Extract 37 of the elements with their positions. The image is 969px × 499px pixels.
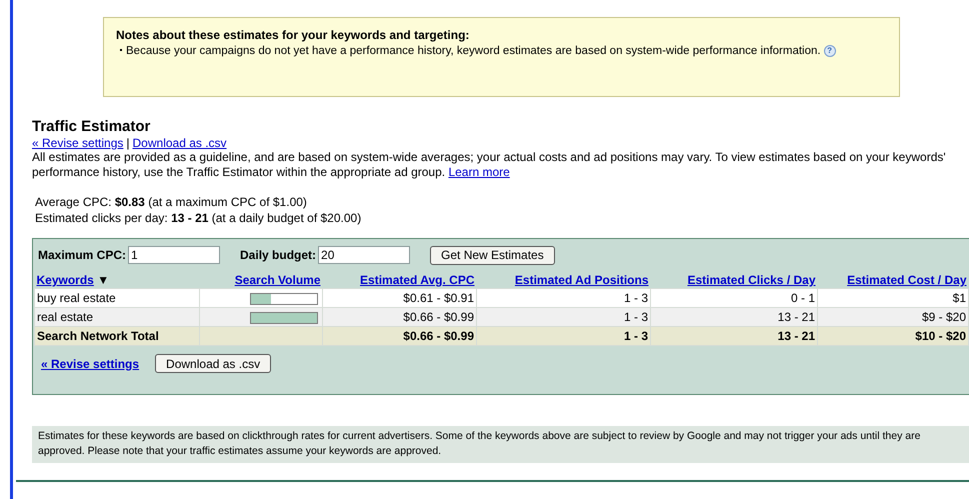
table-cell: $0.66 - $0.99 [322, 326, 476, 346]
sort-indicator: ▼ [97, 273, 110, 287]
help-icon[interactable]: ? [824, 45, 836, 57]
table-cell: $1 [818, 288, 968, 308]
max-cpc-label: Maximum CPC: [38, 248, 126, 262]
summary-line: Average CPC: $0.83 (at a maximum CPC of $1.00) [35, 194, 308, 210]
table-cell: 13 - 21 [650, 326, 818, 346]
note-text: Because your campaigns do not yet have a performance history, keyword estimates are based on system-wide performance information. [126, 45, 821, 58]
table-cell: $0.66 - $0.99 [322, 308, 476, 326]
table-cell: real estate [34, 308, 200, 326]
description-text: All estimates are provided as a guideline, and are based on system-wide averages; your actual costs and ad positions may vary. To view estimates based on your keywords' performance history, use the Traffic Estimator within the appropriate ad group. Learn more [32, 150, 947, 180]
column-header[interactable]: Search Volume [234, 273, 320, 287]
summary-line: Estimated clicks per day: 13 - 21 (at a daily budget of $20.00) [35, 210, 362, 226]
notes-title: Notes about these estimates for your keywords and targeting: [116, 28, 470, 42]
daily-budget-label: Daily budget: [240, 248, 316, 262]
table-cell: 1 - 3 [476, 288, 650, 308]
footnote-text: Estimates for these keywords are based on clickthrough rates for current advertisers. Some of the keywords above are subject to review by Google and may not trigger your ads until they are approved. Please note that your traffic estimates assume your keywords are approved. [32, 426, 969, 463]
table-cell: $9 - $20 [818, 308, 968, 326]
learn-more-link[interactable]: Learn more [448, 165, 510, 179]
table-cell: Search Network Total [34, 326, 200, 346]
column-header[interactable]: Keywords [36, 273, 94, 287]
download-csv-button[interactable]: Download as .csv [155, 354, 272, 373]
revise-settings-link[interactable]: « Revise settings [41, 356, 140, 370]
table-cell: buy real estate [34, 288, 200, 308]
get-estimates-button[interactable]: Get New Estimates [430, 246, 555, 264]
page-title: Traffic Estimator [32, 118, 152, 136]
table-cell: 1 - 3 [476, 308, 650, 326]
revise-settings-link[interactable]: « Revise settings [32, 136, 124, 150]
table-cell: 13 - 21 [650, 308, 818, 326]
table-cell: $10 - $20 [818, 326, 968, 346]
table-cell: 0 - 1 [650, 288, 818, 308]
daily-budget-field[interactable]: 20 [318, 246, 410, 264]
table-cell: $0.61 - $0.91 [322, 288, 476, 308]
max-cpc-field[interactable]: 1 [128, 246, 220, 264]
link-separator: | [126, 136, 130, 150]
table-cell: 1 - 3 [476, 326, 650, 346]
download-csv-link[interactable]: Download as .csv [132, 136, 227, 150]
